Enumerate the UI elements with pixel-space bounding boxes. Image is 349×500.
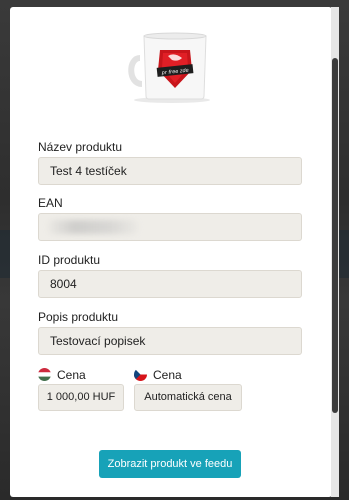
price-cz-label: Cena	[153, 368, 182, 382]
product-description-label: Popis produktu	[38, 310, 119, 324]
ean-label: EAN	[38, 196, 63, 210]
ean-blurred-value	[48, 220, 138, 234]
price-hu-value[interactable]: 1 000,00 HUF	[38, 384, 124, 411]
product-image: pr free zde	[128, 32, 210, 103]
price-hu-label: Cena	[57, 368, 86, 382]
hungary-flag-icon	[38, 368, 51, 381]
product-id-label: ID produktu	[38, 253, 101, 267]
product-description-field[interactable]: Testovací popisek	[38, 327, 302, 355]
product-name-label: Název produktu	[38, 140, 123, 154]
product-id-field[interactable]: 8004	[38, 270, 302, 298]
product-name-field[interactable]: Test 4 testíček	[38, 157, 302, 185]
czech-flag-icon	[134, 368, 147, 381]
show-in-feed-button[interactable]: Zobrazit produkt ve feedu	[99, 450, 241, 478]
price-cz-value[interactable]: Automatická cena	[134, 384, 242, 411]
modal-scrollbar-thumb[interactable]	[332, 58, 338, 413]
